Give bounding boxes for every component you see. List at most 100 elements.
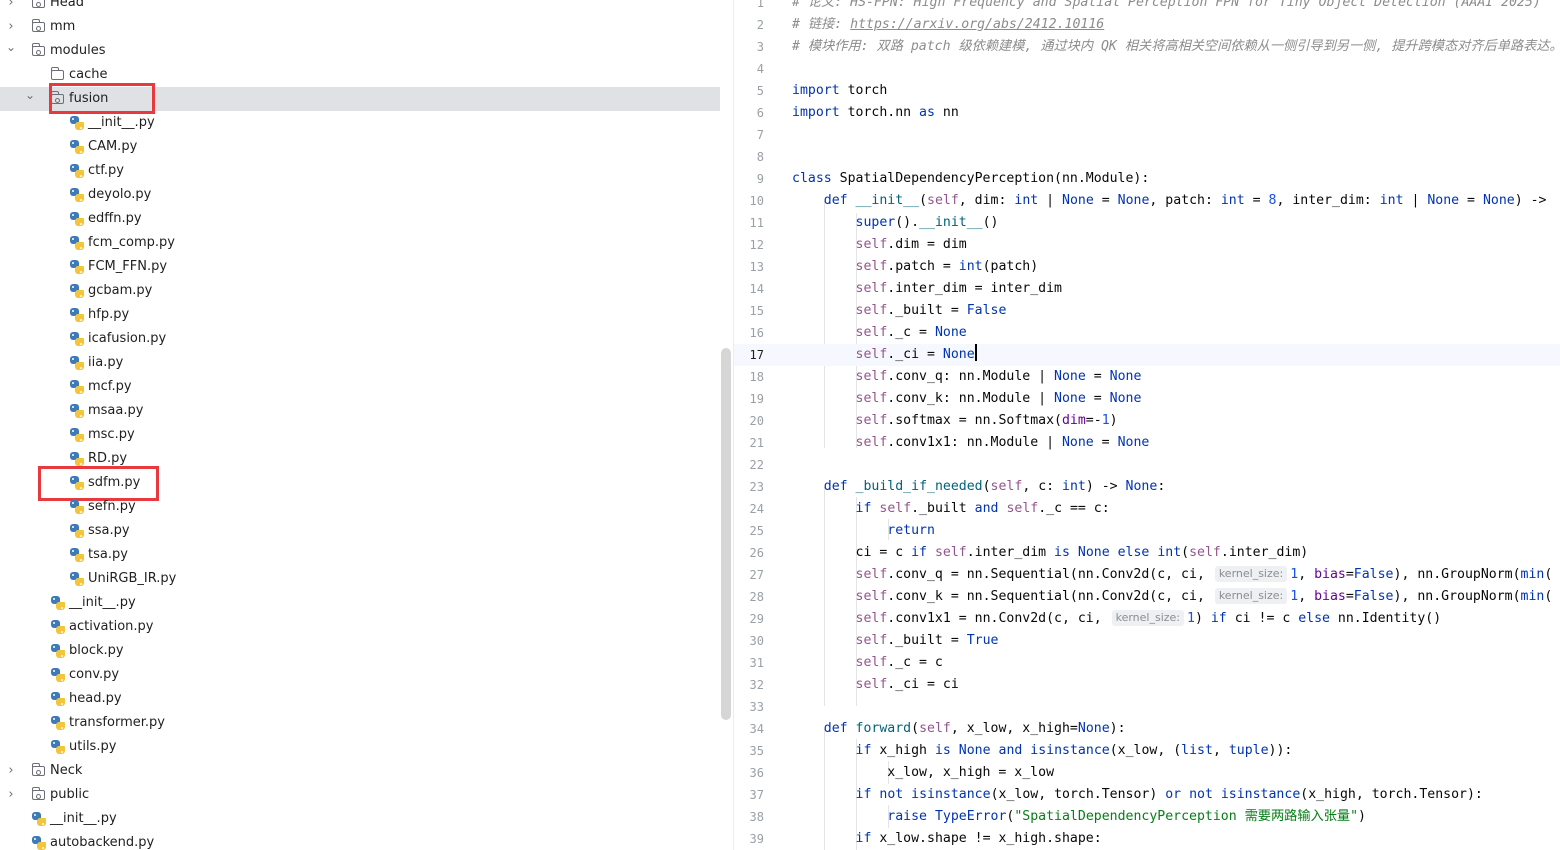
tree-item-label: Head (50, 0, 84, 10)
code-line[interactable]: self._c = c (792, 652, 943, 674)
tree-file-rd-py[interactable]: RD.py (0, 447, 720, 471)
python-file-icon (70, 428, 84, 442)
code-line[interactable]: # 链接: https://arxiv.org/abs/2412.10116 (792, 14, 1104, 36)
tree-file-gcbam-py[interactable]: gcbam.py (0, 279, 720, 303)
line-number: 3 (756, 40, 764, 54)
chevron-right-icon[interactable]: › (5, 783, 17, 807)
tree-file-sefn-py[interactable]: sefn.py (0, 495, 720, 519)
tree-folder-cache[interactable]: cache (0, 63, 720, 87)
chevron-right-icon[interactable]: › (5, 0, 17, 15)
code-line[interactable]: self._ci = ci (792, 674, 959, 696)
tree-file-fcm-comp-py[interactable]: fcm_comp.py (0, 231, 720, 255)
line-number: 22 (749, 458, 764, 472)
chevron-right-icon[interactable]: › (5, 15, 17, 39)
code-line[interactable]: # 模块作用: 双路 patch 级依赖建模, 通过块内 QK 相关将高相关空间… (792, 36, 1560, 58)
line-number: 28 (749, 590, 764, 604)
code-line[interactable]: self.conv1x1 = nn.Conv2d(c, ci, kernel_s… (792, 608, 1441, 630)
code-line[interactable]: if x_low.shape != x_high.shape: (792, 828, 1102, 850)
code-line[interactable]: ci = c if self.inter_dim is None else in… (792, 542, 1309, 564)
code-line[interactable]: def _build_if_needed(self, c: int) -> No… (792, 476, 1166, 498)
tree-folder-modules[interactable]: ⌄ modules (0, 39, 720, 63)
tree-file-ctf-py[interactable]: ctf.py (0, 159, 720, 183)
code-line[interactable]: if x_high is None and isinstance(x_low, … (792, 740, 1293, 762)
code-line[interactable]: def forward(self, x_low, x_high=None): (792, 718, 1126, 740)
chevron-down-icon[interactable]: ⌄ (24, 87, 36, 111)
line-number: 37 (749, 788, 764, 802)
python-file-icon (70, 164, 84, 178)
tree-item-label: __init__.py (50, 811, 117, 826)
line-number: 13 (749, 260, 764, 274)
code-line[interactable]: def __init__(self, dim: int | None = Non… (792, 190, 1547, 212)
code-line[interactable]: class SpatialDependencyPerception(nn.Mod… (792, 168, 1149, 190)
line-number: 21 (749, 436, 764, 450)
tree-file-edffn-py[interactable]: edffn.py (0, 207, 720, 231)
tree-item-label: FCM_FFN.py (88, 259, 168, 274)
tree-file-mcf-py[interactable]: mcf.py (0, 375, 720, 399)
chevron-down-icon[interactable]: ⌄ (5, 39, 17, 63)
tree-file-utils-py[interactable]: utils.py (0, 735, 720, 759)
tree-file-cam-py[interactable]: CAM.py (0, 135, 720, 159)
tree-file-autobackend-py[interactable]: autobackend.py (0, 831, 720, 850)
code-line[interactable]: if not isinstance(x_low, torch.Tensor) o… (792, 784, 1483, 806)
tree-file-init-py[interactable]: __init__.py (0, 591, 720, 615)
tree-folder-neck[interactable]: › Neck (0, 759, 720, 783)
tree-file-conv-py[interactable]: conv.py (0, 663, 720, 687)
code-line[interactable]: self.inter_dim = inter_dim (792, 278, 1062, 300)
code-line[interactable]: raise TypeError("SpatialDependencyPercep… (792, 806, 1366, 828)
line-number: 15 (749, 304, 764, 318)
python-file-icon (51, 596, 65, 610)
tree-scrollbar[interactable] (721, 348, 731, 720)
code-line[interactable]: self._ci = None (792, 344, 977, 366)
tree-file-msaa-py[interactable]: msaa.py (0, 399, 720, 423)
line-number: 32 (749, 678, 764, 692)
tree-item-label: activation.py (69, 619, 154, 634)
tree-file-transformer-py[interactable]: transformer.py (0, 711, 720, 735)
tree-folder-mm[interactable]: › mm (0, 15, 720, 39)
tree-file-deyolo-py[interactable]: deyolo.py (0, 183, 720, 207)
code-line[interactable]: self.conv_k = nn.Sequential(nn.Conv2d(c,… (792, 586, 1552, 608)
tree-file-head-py[interactable]: head.py (0, 687, 720, 711)
code-line[interactable]: # 论文: HS-FPN: High Frequency and Spatial… (792, 0, 1541, 14)
tree-item-label: fusion (69, 91, 109, 106)
tree-file-sdfm-py[interactable]: sdfm.py (0, 471, 720, 495)
tree-file-init-py[interactable]: __init__.py (0, 807, 720, 831)
tree-file-unirgb-ir-py[interactable]: UniRGB_IR.py (0, 567, 720, 591)
python-file-icon (70, 524, 84, 538)
code-line[interactable]: self._built = False (792, 300, 1007, 322)
code-line[interactable]: return (792, 520, 935, 542)
tree-file-hfp-py[interactable]: hfp.py (0, 303, 720, 327)
tree-file-iia-py[interactable]: iia.py (0, 351, 720, 375)
tree-folder-public[interactable]: › public (0, 783, 720, 807)
chevron-right-icon[interactable]: › (5, 759, 17, 783)
code-editor[interactable]: 1 # 论文: HS-FPN: High Frequency and Spatia… (734, 0, 1560, 850)
code-line[interactable]: if self._built and self._c == c: (792, 498, 1110, 520)
code-line[interactable]: self.conv_q: nn.Module | None = None (792, 366, 1142, 388)
tree-folder-head[interactable]: › Head (0, 0, 720, 15)
python-file-icon (70, 308, 84, 322)
code-line[interactable]: self.softmax = nn.Softmax(dim=-1) (792, 410, 1118, 432)
tree-file-block-py[interactable]: block.py (0, 639, 720, 663)
python-file-icon (70, 500, 84, 514)
python-file-icon (70, 212, 84, 226)
tree-file-icafusion-py[interactable]: icafusion.py (0, 327, 720, 351)
code-line[interactable]: super().__init__() (792, 212, 999, 234)
code-line[interactable]: import torch (792, 80, 887, 102)
code-line[interactable]: self.conv_q = nn.Sequential(nn.Conv2d(c,… (792, 564, 1552, 586)
code-line[interactable]: import torch.nn as nn (792, 102, 959, 124)
code-line[interactable]: self.patch = int(patch) (792, 256, 1039, 278)
code-line[interactable]: x_low, x_high = x_low (792, 762, 1054, 784)
tree-file-msc-py[interactable]: msc.py (0, 423, 720, 447)
code-line[interactable]: self.dim = dim (792, 234, 967, 256)
code-line[interactable]: self._c = None (792, 322, 967, 344)
code-line[interactable]: self.conv1x1: nn.Module | None = None (792, 432, 1150, 454)
tree-file-init-py[interactable]: __init__.py (0, 111, 720, 135)
tree-folder-fusion[interactable]: ⌄ fusion (0, 87, 720, 111)
tree-file-tsa-py[interactable]: tsa.py (0, 543, 720, 567)
tree-file-fcm-ffn-py[interactable]: FCM_FFN.py (0, 255, 720, 279)
code-line[interactable]: self._built = True (792, 630, 999, 652)
tree-file-activation-py[interactable]: activation.py (0, 615, 720, 639)
code-line[interactable]: self.conv_k: nn.Module | None = None (792, 388, 1142, 410)
tree-file-ssa-py[interactable]: ssa.py (0, 519, 720, 543)
tree-item-label: block.py (69, 643, 124, 658)
tree-item-label: transformer.py (69, 715, 165, 730)
